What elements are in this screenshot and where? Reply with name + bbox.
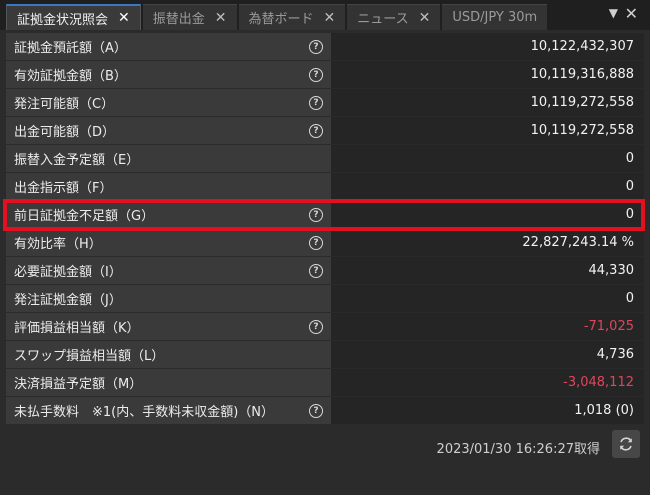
row-value: 22,827,243.14 % [331, 229, 644, 256]
table-row: 評価損益相当額（K） ? -71,025 [6, 313, 644, 341]
row-value: 10,122,432,307 [331, 33, 644, 60]
row-label: 前日証拠金不足額（G） ? [6, 201, 331, 228]
tab-news[interactable]: ニュース ✕ [347, 4, 441, 30]
tab-label: 為替ボード [248, 12, 314, 27]
help-icon[interactable]: ? [309, 320, 323, 334]
row-label: 振替入金予定額（E） [6, 145, 331, 172]
table-row: 未払手数料 ※1(内、手数料未収金額)（N） ? 1,018 (0) [6, 397, 644, 425]
help-icon[interactable]: ? [309, 208, 323, 222]
row-label: 有効証拠金額（B） ? [6, 61, 331, 88]
help-icon[interactable]: ? [309, 96, 323, 110]
tab-fx-board[interactable]: 為替ボード ✕ [238, 4, 346, 30]
tab-label: 証拠金状況照会 [17, 12, 109, 28]
margin-status-window: 証拠金状況照会 ✕ 振替出金 ✕ 為替ボード ✕ ニュース ✕ USD/JPY … [0, 0, 650, 495]
help-icon[interactable]: ? [309, 404, 323, 418]
row-label: スワップ損益相当額（L） [6, 341, 331, 368]
table-row: 発注可能額（C） ? 10,119,272,558 [6, 89, 644, 117]
table-row: 振替入金予定額（E） 0 [6, 145, 644, 173]
tab-margin-status[interactable]: 証拠金状況照会 ✕ [6, 4, 141, 30]
table-row: 決済損益予定額（M） -3,048,112 [6, 369, 644, 397]
row-value: 0 [331, 145, 644, 172]
table-row: 有効比率（H） ? 22,827,243.14 % [6, 229, 644, 257]
tab-bar: 証拠金状況照会 ✕ 振替出金 ✕ 為替ボード ✕ ニュース ✕ USD/JPY … [0, 0, 650, 30]
table-row: 出金指示額（F） 0 [6, 173, 644, 201]
close-icon[interactable]: ✕ [625, 4, 638, 23]
row-value: 0 [331, 173, 644, 200]
refresh-icon [620, 437, 632, 451]
row-label: 発注証拠金額（J） [6, 285, 331, 312]
help-icon[interactable]: ? [309, 264, 323, 278]
table-row: 前日証拠金不足額（G） ? 0 [6, 201, 644, 229]
last-updated-timestamp: 2023/01/30 16:26:27取得 [436, 442, 600, 457]
row-label: 発注可能額（C） ? [6, 89, 331, 116]
help-icon[interactable]: ? [309, 40, 323, 54]
table-row: 証拠金預託額（A） ? 10,122,432,307 [6, 33, 644, 61]
close-icon[interactable]: ✕ [324, 10, 336, 26]
row-value: -3,048,112 [331, 369, 644, 396]
row-label: 評価損益相当額（K） ? [6, 313, 331, 340]
row-value: -71,025 [331, 313, 644, 340]
margin-status-table: 証拠金預託額（A） ? 10,122,432,307 有効証拠金額（B） ? 1… [6, 33, 644, 425]
table-row: 必要証拠金額（I） ? 44,330 [6, 257, 644, 285]
row-label: 必要証拠金額（I） ? [6, 257, 331, 284]
tab-label: ニュース [357, 12, 409, 27]
close-icon[interactable]: ✕ [215, 10, 227, 26]
row-value: 44,330 [331, 257, 644, 284]
row-value: 1,018 (0) [331, 397, 644, 424]
help-icon[interactable]: ? [309, 68, 323, 82]
table-row: 発注証拠金額（J） 0 [6, 285, 644, 313]
help-icon[interactable]: ? [309, 124, 323, 138]
tab-label: USD/JPY 30m [452, 10, 538, 25]
row-label: 出金可能額（D） ? [6, 117, 331, 144]
refresh-button[interactable] [612, 430, 640, 458]
tab-usdjpy-chart[interactable]: USD/JPY 30m [442, 4, 548, 30]
caret-down-icon[interactable]: ▼ [609, 6, 618, 20]
row-label: 決済損益予定額（M） [6, 369, 331, 396]
footer: 2023/01/30 16:26:27取得 [0, 428, 650, 464]
row-label: 証拠金預託額（A） ? [6, 33, 331, 60]
row-value: 4,736 [331, 341, 644, 368]
table-row: 出金可能額（D） ? 10,119,272,558 [6, 117, 644, 145]
row-value: 0 [331, 201, 644, 228]
close-icon[interactable]: ✕ [419, 10, 431, 26]
row-value: 10,119,272,558 [331, 89, 644, 116]
row-label: 有効比率（H） ? [6, 229, 331, 256]
close-icon[interactable]: ✕ [118, 10, 130, 26]
table-row: 有効証拠金額（B） ? 10,119,316,888 [6, 61, 644, 89]
row-label: 出金指示額（F） [6, 173, 331, 200]
tab-transfer-withdraw[interactable]: 振替出金 ✕ [142, 4, 237, 30]
row-value: 10,119,316,888 [331, 61, 644, 88]
row-value: 10,119,272,558 [331, 117, 644, 144]
tab-label: 振替出金 [152, 12, 205, 27]
table-row: スワップ損益相当額（L） 4,736 [6, 341, 644, 369]
row-value: 0 [331, 285, 644, 312]
row-label: 未払手数料 ※1(内、手数料未収金額)（N） ? [6, 397, 331, 424]
help-icon[interactable]: ? [309, 236, 323, 250]
